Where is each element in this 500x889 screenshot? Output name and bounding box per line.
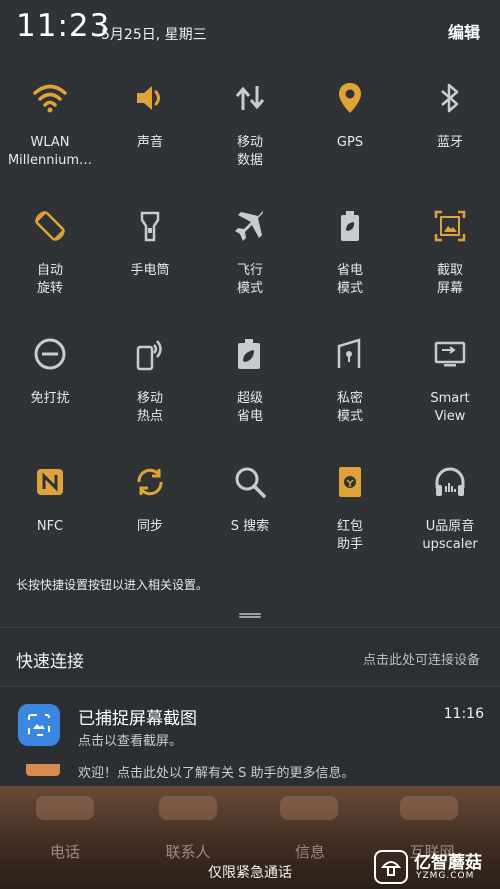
quick-connect-bar[interactable]: 快速连接 点击此处可连接设备 [0, 627, 500, 685]
clock: 11:23 [16, 8, 111, 44]
quick-tile-label: 移动 热点 [136, 391, 163, 424]
auto-rotate-icon [26, 202, 74, 250]
smart-view-icon [426, 330, 474, 378]
phone-icon[interactable] [36, 796, 94, 820]
nfc-icon [26, 458, 74, 506]
quick-tile-headphones[interactable]: U品原音 upscaler [400, 454, 500, 582]
edit-button[interactable]: 编辑 [448, 19, 480, 43]
notification-text: 点击以查看截屏。 [78, 734, 183, 749]
quick-tile-label: 自动 旋转 [36, 263, 63, 296]
drag-handle[interactable] [239, 613, 261, 618]
do-not-disturb-icon [26, 330, 74, 378]
watermark-name: 亿智蘑菇 [414, 853, 482, 873]
quick-tile-label: 蓝牙 [436, 135, 463, 150]
mushroom-logo-icon [374, 850, 408, 884]
dock-label-phone: 电话 [49, 843, 80, 861]
quick-tile-airplane[interactable]: 飞行 模式 [200, 198, 300, 326]
mobile-data-icon [226, 74, 274, 122]
quick-tile-flashlight[interactable]: 手电筒 [100, 198, 200, 326]
quick-connect-hint[interactable]: 点击此处可连接设备 [363, 649, 480, 668]
dock-label-contacts: 联系人 [165, 843, 211, 861]
quick-tile-label: 免打扰 [30, 391, 70, 406]
quick-tile-label: S 搜索 [230, 519, 270, 534]
s-assistant-icon [26, 764, 60, 776]
quick-tile-label: 移动 数据 [236, 135, 263, 168]
long-press-hint: 长按快捷设置按钮以进入相关设置。 [16, 578, 209, 592]
search-icon [226, 458, 274, 506]
volume-icon [126, 74, 174, 122]
quick-tile-ultra-power-saving[interactable]: 超级 省电 [200, 326, 300, 454]
private-mode-icon [326, 330, 374, 378]
quick-tile-label: Smart View [430, 391, 470, 424]
s-assistant-notification[interactable]: 欢迎！点击此处以了解有关 S 助手的更多信息。 [0, 764, 500, 786]
internet-icon[interactable] [400, 796, 458, 820]
quick-tile-smart-view[interactable]: Smart View [400, 326, 500, 454]
quick-tile-label: WLAN Millennium… [7, 135, 93, 168]
quick-tile-label: 声音 [136, 135, 163, 150]
quick-tile-label: 省电 模式 [336, 263, 363, 296]
quick-tile-auto-rotate[interactable]: 自动 旋转 [0, 198, 100, 326]
airplane-icon [226, 202, 274, 250]
quick-tile-label: NFC [36, 519, 64, 534]
quick-tile-location-pin[interactable]: GPS [300, 70, 400, 198]
quick-tile-label: 飞行 模式 [236, 263, 263, 296]
wifi-icon [26, 74, 74, 122]
date: 5月25日, 星期三 [101, 27, 207, 43]
flashlight-icon [126, 202, 174, 250]
screenshot-app-icon [18, 704, 60, 746]
quick-tile-label: U品原音 upscaler [422, 519, 478, 552]
quick-tile-private-mode[interactable]: 私密 模式 [300, 326, 400, 454]
status-bar: 11:23 5月25日, 星期三 编辑 [0, 0, 500, 60]
quick-connect-title: 快速连接 [16, 652, 84, 672]
watermark-logo: 亿智蘑菇 YZMG.COM [370, 846, 500, 889]
quick-tile-label: 同步 [136, 519, 163, 534]
bluetooth-icon [426, 74, 474, 122]
quick-tile-hotspot[interactable]: 移动 热点 [100, 326, 200, 454]
ultra-power-saving-icon [226, 330, 274, 378]
quick-tile-label: 私密 模式 [336, 391, 363, 424]
headphones-icon [426, 458, 474, 506]
quick-tile-label: 手电筒 [130, 263, 170, 278]
s-assistant-text: 欢迎！点击此处以了解有关 S 助手的更多信息。 [78, 766, 355, 781]
quick-tile-search[interactable]: S 搜索 [200, 454, 300, 582]
quick-tile-sync[interactable]: 同步 [100, 454, 200, 582]
quick-tile-screenshot[interactable]: 截取 屏幕 [400, 198, 500, 326]
quick-tile-do-not-disturb[interactable]: 免打扰 [0, 326, 100, 454]
quick-tile-volume[interactable]: 声音 [100, 70, 200, 198]
quick-tile-label: 截取 屏幕 [436, 263, 463, 296]
quick-tile-label: 超级 省电 [236, 391, 263, 424]
quick-tile-red-packet[interactable]: 红包 助手 [300, 454, 400, 582]
watermark-domain: YZMG.COM [416, 871, 475, 881]
location-pin-icon [326, 74, 374, 122]
sync-icon [126, 458, 174, 506]
contacts-icon[interactable] [159, 796, 217, 820]
red-packet-icon [326, 458, 374, 506]
quick-tile-nfc[interactable]: NFC [0, 454, 100, 582]
quick-tile-wifi[interactable]: WLAN Millennium… [0, 70, 100, 198]
quick-tile-label: GPS [336, 135, 364, 150]
hotspot-icon [126, 330, 174, 378]
quick-tile-battery-saver[interactable]: 省电 模式 [300, 198, 400, 326]
notification-title: 已捕捉屏幕截图 [78, 709, 197, 729]
quick-tile-label: 红包 助手 [336, 519, 363, 552]
quick-settings-grid: WLAN Millennium… 声音 移动 数据 GPS 蓝牙自动 旋转 手电筒 飞行 模… [0, 70, 500, 568]
messages-icon[interactable] [280, 796, 338, 820]
screenshot-icon [426, 202, 474, 250]
quick-tile-bluetooth[interactable]: 蓝牙 [400, 70, 500, 198]
notification-time: 11:16 [443, 706, 484, 722]
quick-tile-mobile-data[interactable]: 移动 数据 [200, 70, 300, 198]
dock-label-messages: 信息 [294, 843, 325, 861]
battery-saver-icon [326, 202, 374, 250]
screenshot-notification[interactable]: 已捕捉屏幕截图 点击以查看截屏。 11:16 [0, 686, 500, 764]
